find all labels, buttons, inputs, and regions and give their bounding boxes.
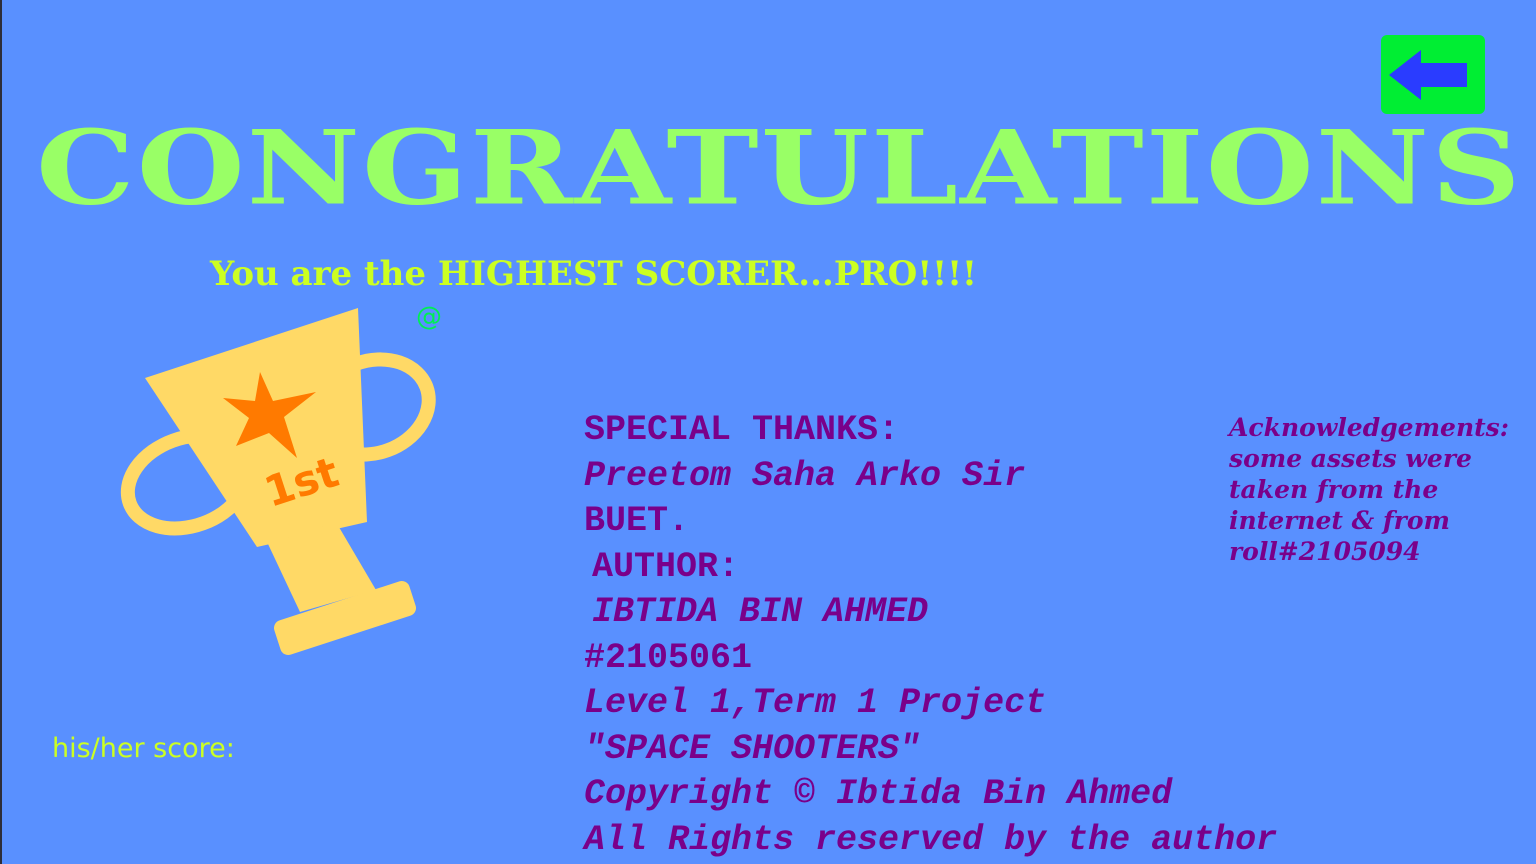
left-border: [0, 0, 2, 864]
institution: BUET.: [584, 501, 690, 541]
credits-block: SPECIAL THANKS: Preetom Saha Arko Sir BU…: [584, 408, 1277, 863]
project-info: Level 1,Term 1 Project: [584, 683, 1047, 723]
ack-line-2: some assets were: [1229, 444, 1472, 473]
thanks-name: Preetom Saha Arko Sir: [584, 455, 1026, 496]
highest-scorer-subtitle: You are the HIGHEST SCORER...PRO!!!!: [210, 254, 977, 294]
special-thanks-heading: SPECIAL THANKS:: [584, 410, 900, 450]
author-name: IBTIDA BIN AHMED: [592, 592, 929, 632]
author-heading: AUTHOR:: [592, 546, 740, 587]
acknowledgements: Acknowledgements: some assets were taken…: [1229, 412, 1529, 567]
ack-line-5: roll#2105094: [1229, 537, 1421, 566]
congratulations-title: CONGRATULATIONS: [36, 108, 1523, 228]
game-name: "SPACE SHOOTERS": [584, 728, 921, 769]
copyright: Copyright © Ibtida Bin Ahmed: [584, 774, 1173, 814]
ack-line-3: taken from the: [1229, 475, 1439, 504]
rights-notice: All Rights reserved by the author: [584, 819, 1278, 860]
ack-line-4: internet & from: [1229, 506, 1450, 535]
author-roll: #2105061: [584, 637, 753, 678]
ack-line-1: Acknowledgements:: [1229, 413, 1509, 442]
back-button[interactable]: [1381, 35, 1485, 114]
trophy-icon: 1st: [120, 308, 436, 655]
score-label: his/her score:: [52, 733, 235, 764]
left-arrow-icon: [1389, 50, 1467, 100]
